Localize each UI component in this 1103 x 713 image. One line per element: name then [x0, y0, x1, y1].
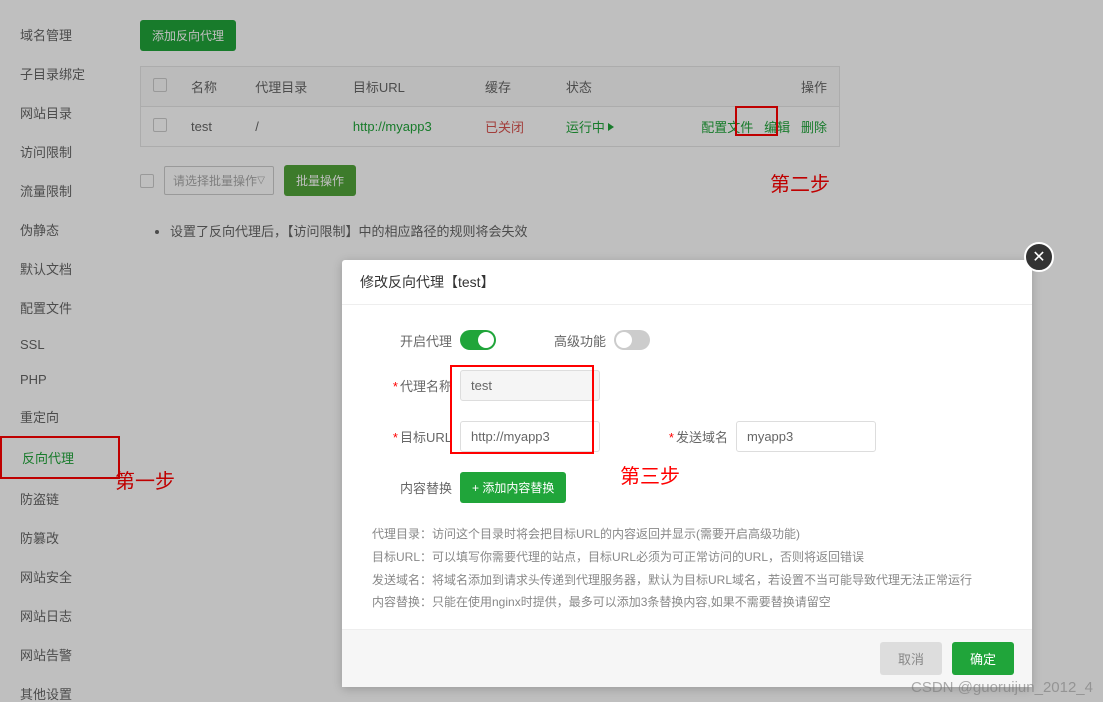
label-content-replace: 内容替换 — [372, 478, 452, 497]
label-send-domain: *发送域名 — [650, 427, 728, 446]
toggle-advanced[interactable] — [614, 330, 650, 350]
help-text: 代理目录：访问这个目录时将会把目标URL的内容返回并显示(需要开启高级功能) 目… — [372, 523, 1002, 614]
label-enable-proxy: 开启代理 — [372, 331, 452, 350]
dialog-footer: 取消 确定 — [342, 629, 1032, 687]
label-target-url: *目标URL — [372, 427, 452, 446]
dialog-title: 修改反向代理【test】 — [342, 260, 1032, 305]
label-advanced: 高级功能 — [536, 331, 606, 350]
confirm-button[interactable]: 确定 — [952, 642, 1014, 675]
label-proxy-name: *代理名称 — [372, 376, 452, 395]
input-target-url[interactable] — [460, 421, 600, 452]
edit-proxy-dialog: ✕ 修改反向代理【test】 开启代理 高级功能 *代理名称 *目标URL *发… — [342, 260, 1032, 687]
close-icon[interactable]: ✕ — [1024, 242, 1054, 272]
input-send-domain[interactable] — [736, 421, 876, 452]
input-proxy-name[interactable] — [460, 370, 600, 401]
toggle-enable-proxy[interactable] — [460, 330, 496, 350]
add-replace-button[interactable]: + 添加内容替换 — [460, 472, 566, 503]
cancel-button[interactable]: 取消 — [880, 642, 942, 675]
